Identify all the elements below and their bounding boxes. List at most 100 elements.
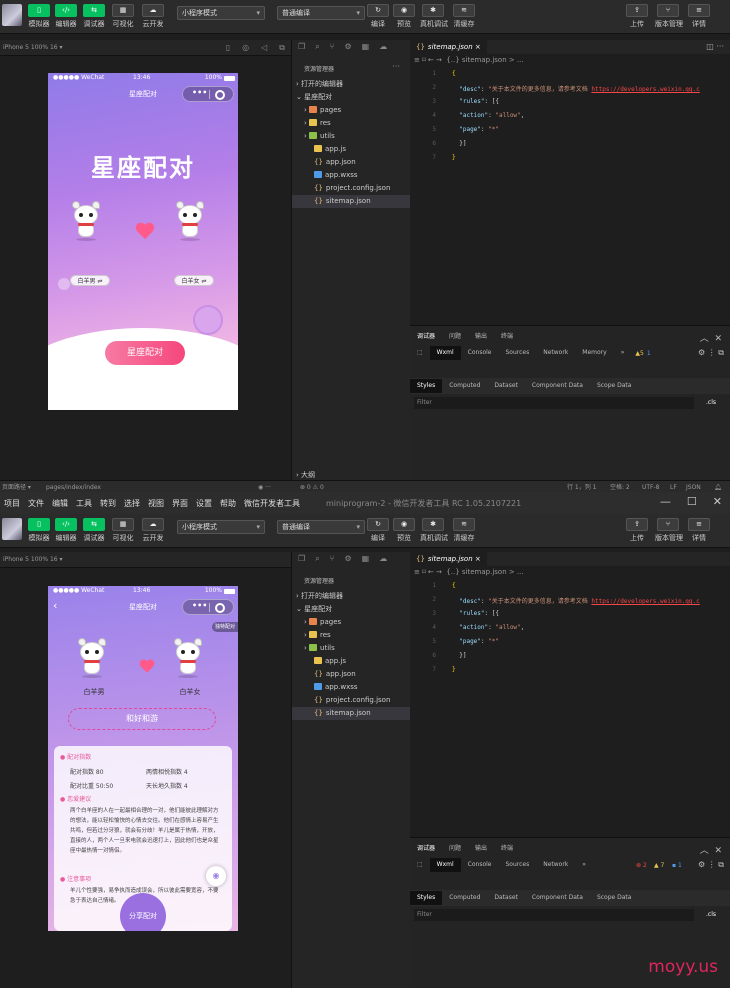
tab-output[interactable]: 输出 bbox=[468, 842, 494, 856]
git-icon[interactable]: ⑂ bbox=[330, 40, 335, 54]
tree-item-sitemap[interactable]: {} sitemap.json bbox=[292, 195, 411, 208]
tree-item-app-json[interactable]: {} app.json bbox=[292, 668, 411, 681]
settings-icon[interactable]: ⚙ ⋮ ⧉ bbox=[698, 348, 724, 358]
git-icon[interactable]: ⑂ bbox=[330, 552, 335, 566]
close-icon[interactable]: ︿ ✕ bbox=[700, 843, 722, 856]
maximize-icon[interactable]: ☐ bbox=[687, 495, 697, 508]
close-circle-icon[interactable] bbox=[215, 603, 225, 613]
settings-icon[interactable]: ⚙ ⋮ ⧉ bbox=[698, 860, 724, 870]
tree-item-app-wxss[interactable]: app.wxss bbox=[292, 169, 411, 182]
tree-item-sitemap[interactable]: {} sitemap.json bbox=[292, 707, 411, 720]
more-icon[interactable]: ••• bbox=[192, 88, 207, 97]
tab-styles[interactable]: Styles bbox=[410, 379, 443, 393]
debug-icon[interactable]: ⚙ bbox=[344, 552, 351, 566]
split-editor-icon[interactable]: ◫ ··· bbox=[706, 42, 724, 51]
menu-interface[interactable]: 界面 bbox=[172, 498, 188, 509]
right-sign-picker[interactable]: 白羊女 ⇌ bbox=[174, 275, 214, 286]
menu-file[interactable]: 文件 bbox=[28, 498, 44, 509]
capsule-menu[interactable]: ••• bbox=[182, 86, 234, 102]
upload-button[interactable]: ⇪ 上传 bbox=[624, 4, 650, 34]
user-avatar[interactable] bbox=[2, 4, 22, 26]
clear-cache-button[interactable]: ≋ 清缓存 bbox=[451, 4, 477, 34]
tree-item-project-config[interactable]: {} project.config.json bbox=[292, 694, 411, 707]
minimize-icon[interactable]: — bbox=[660, 495, 671, 508]
open-editors-section[interactable]: › 打开的编辑器 bbox=[292, 590, 411, 603]
tab-problems[interactable]: 问题 bbox=[442, 330, 468, 344]
cloud-icon[interactable]: ☁ bbox=[379, 552, 387, 566]
debug-icon[interactable]: ⚙ bbox=[344, 40, 351, 54]
compile-select[interactable]: 普通编译 bbox=[277, 520, 365, 534]
phone-outline-icon[interactable]: ▯ bbox=[226, 40, 230, 56]
tree-item-utils[interactable]: › utils bbox=[292, 642, 411, 655]
tab-scope-data[interactable]: Scope Data bbox=[590, 379, 639, 393]
tree-item-app-wxss[interactable]: app.wxss bbox=[292, 681, 411, 694]
simulator-button[interactable]: ▯ 模拟器 bbox=[26, 4, 52, 34]
info-count[interactable]: 1 bbox=[647, 350, 651, 357]
files-icon[interactable]: ❐ bbox=[298, 552, 305, 566]
tab-wxml[interactable]: Wxml bbox=[429, 346, 461, 360]
tab-sitemap[interactable]: {} sitemap.json × bbox=[410, 552, 487, 566]
warning-count[interactable]: ▲5 bbox=[635, 350, 643, 357]
tab-network[interactable]: Network bbox=[536, 346, 575, 360]
tab-console[interactable]: Console bbox=[461, 858, 499, 872]
tab-dataset[interactable]: Dataset bbox=[487, 379, 525, 393]
upload-button[interactable]: ⇪ 上传 bbox=[624, 518, 650, 548]
files-icon[interactable]: ❐ bbox=[298, 40, 305, 54]
tab-styles[interactable]: Styles bbox=[410, 891, 443, 905]
compile-select[interactable]: 普通编译 bbox=[277, 6, 365, 20]
tab-network[interactable]: Network bbox=[536, 858, 575, 872]
mode-select[interactable]: 小程序模式 bbox=[177, 520, 265, 534]
tree-item-pages[interactable]: › pages bbox=[292, 616, 411, 629]
debugger-button[interactable]: ⇆ 调试器 bbox=[81, 518, 107, 548]
match-button[interactable]: 星座配对 bbox=[105, 341, 185, 365]
preview-button[interactable]: ◉ 预览 bbox=[391, 4, 417, 34]
menu-project[interactable]: 项目 bbox=[4, 498, 20, 509]
menu-tools[interactable]: 工具 bbox=[76, 498, 92, 509]
window-icon[interactable]: ⧉ bbox=[279, 40, 285, 56]
tab-sources[interactable]: Sources bbox=[499, 858, 537, 872]
cls-toggle[interactable]: .cls bbox=[706, 399, 716, 406]
tab-memory[interactable]: Memory bbox=[575, 346, 613, 360]
cls-toggle[interactable]: .cls bbox=[706, 911, 716, 918]
capsule-menu[interactable]: ••• bbox=[182, 599, 234, 615]
tree-item-pages[interactable]: › pages bbox=[292, 104, 411, 117]
tab-component-data[interactable]: Component Data bbox=[525, 891, 590, 905]
menu-view[interactable]: 视图 bbox=[148, 498, 164, 509]
visual-button[interactable]: ▦ 可视化 bbox=[110, 518, 136, 548]
editor-button[interactable]: ‹/› 编辑器 bbox=[53, 4, 79, 34]
menu-select[interactable]: 选择 bbox=[124, 498, 140, 509]
more-tabs[interactable]: » bbox=[575, 858, 593, 872]
reselect-button[interactable]: 和好和游 bbox=[68, 708, 216, 730]
tab-debugger[interactable]: 调试器 bbox=[410, 842, 442, 856]
mode-select[interactable]: 小程序模式 bbox=[177, 6, 265, 20]
editor-button[interactable]: ‹/› 编辑器 bbox=[53, 518, 79, 548]
more-icon[interactable]: ··· bbox=[392, 62, 400, 71]
left-sign-picker[interactable]: 白羊男 ⇌ bbox=[70, 275, 110, 286]
tab-component-data[interactable]: Component Data bbox=[525, 379, 590, 393]
tab-wxml[interactable]: Wxml bbox=[429, 858, 461, 872]
search-icon[interactable]: ⌕ bbox=[315, 552, 319, 566]
tab-debugger[interactable]: 调试器 bbox=[410, 330, 442, 344]
clear-cache-button[interactable]: ≋ 清缓存 bbox=[451, 518, 477, 548]
compile-button[interactable]: ↻ 编译 bbox=[365, 4, 391, 34]
visual-button[interactable]: ▦ 可视化 bbox=[110, 4, 136, 34]
open-editors-section[interactable]: › 打开的编辑器 bbox=[292, 78, 411, 91]
more-tabs[interactable]: » bbox=[614, 346, 632, 360]
styles-filter-input[interactable]: Filter bbox=[414, 909, 694, 921]
tab-terminal[interactable]: 终端 bbox=[494, 330, 520, 344]
device-select[interactable]: iPhone 5 100% 16 ▾ bbox=[3, 44, 63, 51]
preview-button[interactable]: ◉ 预览 bbox=[391, 518, 417, 548]
details-button[interactable]: ≡ 详情 bbox=[686, 4, 712, 34]
inspect-icon[interactable]: ⬚ bbox=[410, 858, 430, 872]
tab-sitemap[interactable]: {} sitemap.json × bbox=[410, 40, 487, 54]
compile-button[interactable]: ↻ 编译 bbox=[365, 518, 391, 548]
menu-settings[interactable]: 设置 bbox=[196, 498, 212, 509]
styles-filter-input[interactable]: Filter bbox=[414, 397, 694, 409]
phone-screen[interactable]: ●●●●● WeChat 13:46 100% 星座配对 ••• 星座配对 白羊… bbox=[48, 73, 238, 410]
close-icon[interactable]: ✕ bbox=[713, 495, 722, 508]
menu-edit[interactable]: 编辑 bbox=[52, 498, 68, 509]
remote-debug-button[interactable]: ✱ 真机调试 bbox=[420, 4, 448, 34]
project-section[interactable]: ⌄ 星座配对 bbox=[292, 91, 411, 104]
info-count[interactable]: ▪ 1 bbox=[672, 862, 682, 869]
tree-item-utils[interactable]: › utils bbox=[292, 130, 411, 143]
